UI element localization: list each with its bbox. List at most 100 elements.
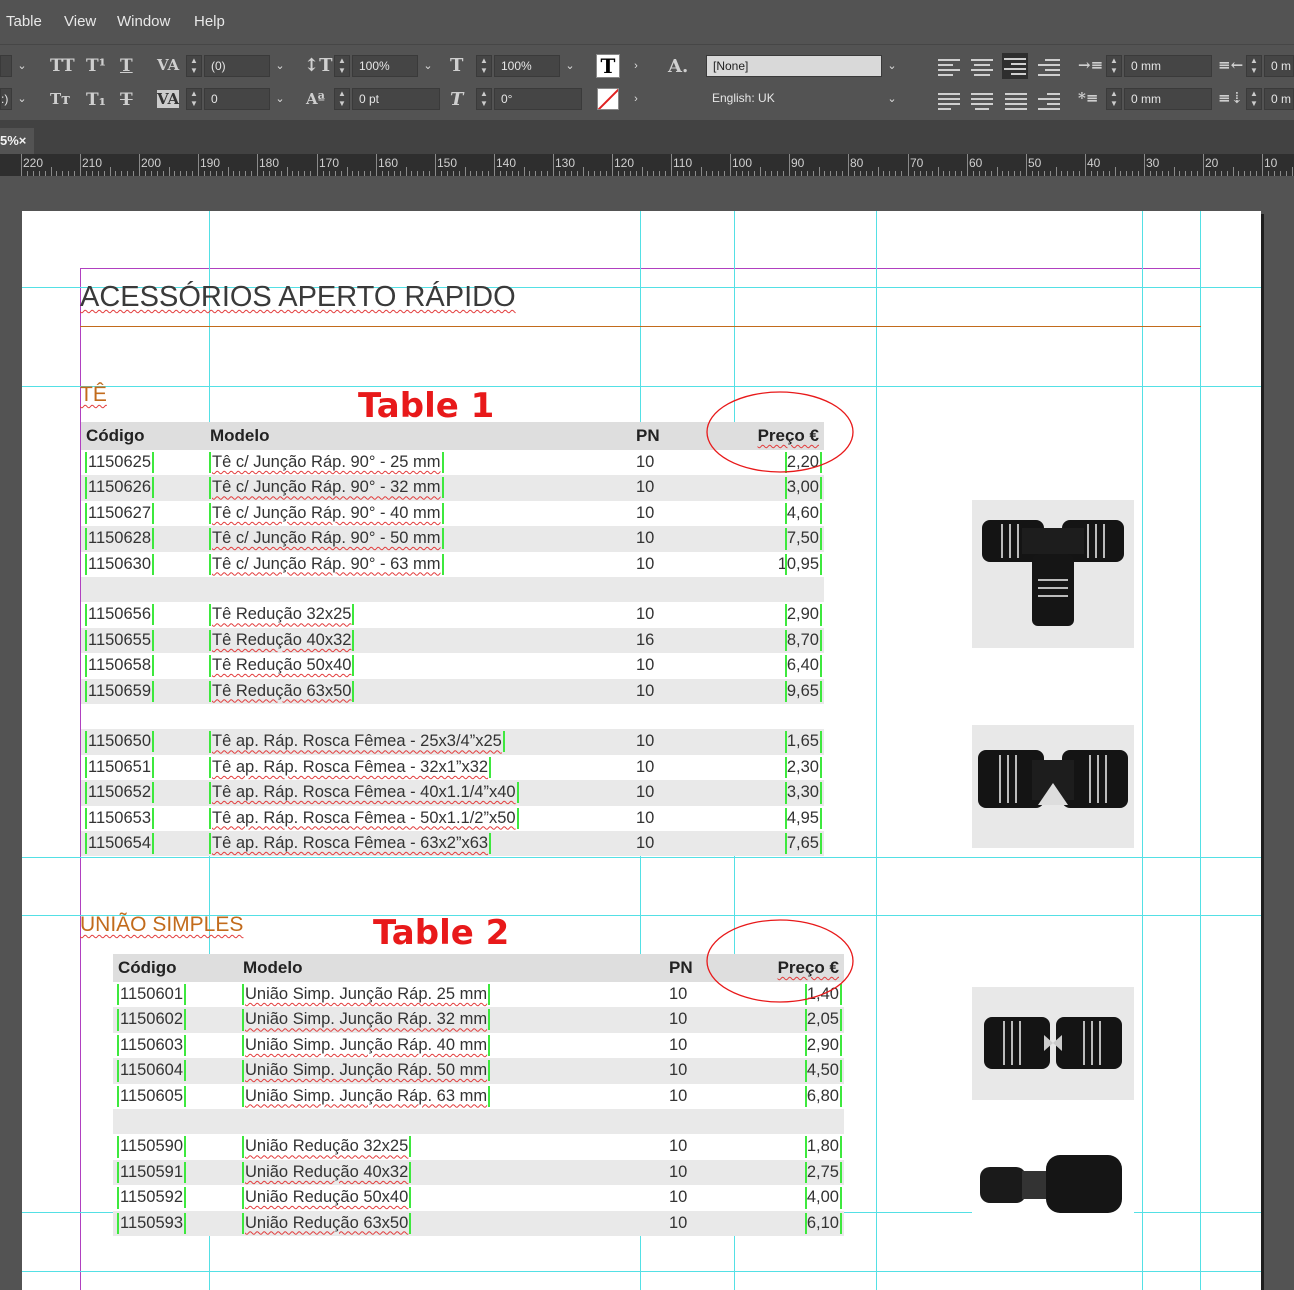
ruler-minor-tick <box>347 167 348 176</box>
ruler-label: 170 <box>319 156 340 170</box>
kerning-stepper[interactable]: ▲ ▼ <box>186 88 202 110</box>
character-style-field[interactable]: [None] <box>706 55 882 77</box>
strikethrough-icon[interactable]: T <box>120 90 133 110</box>
ruler-minor-tick <box>878 167 879 176</box>
tracking-field[interactable]: (0) <box>204 55 270 77</box>
menu-help[interactable]: Help <box>194 13 225 30</box>
ruler-label: 60 <box>969 156 983 170</box>
ruler-label: 10 <box>1264 156 1278 170</box>
last-line-indent-field[interactable]: 0 m <box>1264 88 1294 110</box>
chevron-down-icon[interactable]: ⌄ <box>560 55 580 77</box>
menu-table[interactable]: Table <box>6 13 42 30</box>
chevron-down-icon[interactable]: ⌄ <box>418 55 438 77</box>
price-header-ellipse <box>706 391 854 473</box>
product-image-te-rosca[interactable] <box>972 725 1134 848</box>
all-caps-icon[interactable]: TT <box>50 56 75 76</box>
align-center-icon[interactable] <box>971 56 993 76</box>
product-image-te[interactable] <box>972 500 1134 648</box>
ruler-label: 210 <box>82 156 103 170</box>
horizontal-scale-field[interactable]: 100% <box>494 55 560 77</box>
chevron-down-icon[interactable]: ⌄ <box>882 88 902 110</box>
chevron-down-icon[interactable]: ⌄ <box>12 88 32 110</box>
chevron-down-icon[interactable]: ⌄ <box>270 55 290 77</box>
language-field[interactable]: English: UK <box>706 88 882 110</box>
stroke-none-swatch[interactable] <box>597 88 619 110</box>
left-indent-stepper[interactable]: ▲ ▼ <box>1106 55 1122 77</box>
align-towards-spine-icon[interactable] <box>1038 56 1060 76</box>
subscript-icon[interactable]: T₁ <box>86 90 106 110</box>
vertical-scale-stepper[interactable]: ▲ ▼ <box>334 55 350 77</box>
right-indent-field[interactable]: 0 m <box>1264 55 1294 77</box>
vertical-scale-field[interactable]: 100% <box>352 55 418 77</box>
ruler-label: 220 <box>23 156 44 170</box>
font-size-field[interactable]: :) <box>0 88 12 110</box>
ruler-minor-tick <box>701 167 702 176</box>
kerning-field[interactable]: 0 <box>204 88 270 110</box>
menu-window[interactable]: Window <box>117 13 170 30</box>
ruler-major-tick <box>1144 154 1145 176</box>
tracking-stepper[interactable]: ▲ ▼ <box>186 55 202 77</box>
chevron-down-icon[interactable]: ⌄ <box>12 55 32 77</box>
ruler-major-tick <box>612 154 613 176</box>
tee-fitting-icon <box>982 520 1124 626</box>
ruler-label: 120 <box>614 156 635 170</box>
document-tab[interactable]: 5%× <box>0 128 34 154</box>
text-fill-swatch[interactable]: T <box>596 54 620 78</box>
align-away-spine-icon[interactable] <box>1038 90 1060 110</box>
ruler-label: 130 <box>555 156 576 170</box>
baseline-shift-stepper[interactable]: ▲ ▼ <box>334 88 350 110</box>
menu-view[interactable]: View <box>64 13 96 30</box>
ruler-minor-tick <box>465 167 466 176</box>
ruler-label: 180 <box>259 156 280 170</box>
justify-left-icon[interactable] <box>938 90 960 110</box>
chevron-down-icon[interactable]: ⌄ <box>270 88 290 110</box>
ruler-major-tick <box>494 154 495 176</box>
ruler-major-tick <box>139 154 140 176</box>
document-page[interactable]: ACESSÓRIOS APERTO RÁPIDO TÊ Table 1 Códi… <box>22 211 1261 1290</box>
baseline-shift-field[interactable]: 0 pt <box>352 88 440 110</box>
skew-stepper[interactable]: ▲ ▼ <box>476 88 492 110</box>
ruler-major-tick <box>730 154 731 176</box>
align-right-icon[interactable] <box>1002 53 1028 79</box>
ruler-label: 140 <box>496 156 517 170</box>
ruler-minor-tick <box>760 167 761 176</box>
chevron-down-icon[interactable]: ⌄ <box>882 55 902 77</box>
ruler-major-tick <box>198 154 199 176</box>
kerning-icon: VA <box>157 90 180 108</box>
baseline-shift-icon: Aª <box>306 90 325 108</box>
ruler-minor-tick <box>642 167 643 176</box>
left-indent-field[interactable]: 0 mm <box>1124 55 1212 77</box>
first-line-indent-field[interactable]: 0 mm <box>1124 88 1212 110</box>
close-icon[interactable]: × <box>19 133 27 148</box>
control-panel: ⌄ TT T¹ T VA ▲ ▼ (0) ⌄ ↕T ▲ ▼ 100% ⌄ T ▲ ▼ … <box>0 44 1294 121</box>
right-indent-stepper[interactable]: ▲ ▼ <box>1246 55 1262 77</box>
ruler-label: 80 <box>850 156 864 170</box>
ruler-minor-tick <box>228 167 229 176</box>
product-image-uniao-reducao[interactable] <box>972 1149 1134 1219</box>
character-style-icon: A. <box>668 56 689 77</box>
left-indent-icon: →≡ <box>1078 56 1104 74</box>
horizontal-ruler[interactable]: 220 210 200 190 180 170 160 150 140 130 120 110 100 9… <box>0 154 1294 177</box>
first-line-indent-stepper[interactable]: ▲ ▼ <box>1106 88 1122 110</box>
underline-icon[interactable]: T <box>120 56 133 76</box>
small-caps-icon[interactable]: Tт <box>50 90 70 108</box>
chevron-right-icon[interactable]: › <box>626 88 646 110</box>
ruler-label: 100 <box>732 156 753 170</box>
ruler-label: 200 <box>141 156 162 170</box>
align-left-icon[interactable] <box>938 56 960 76</box>
justify-center-icon[interactable] <box>971 90 993 110</box>
last-line-indent-stepper[interactable]: ▲ ▼ <box>1246 88 1262 110</box>
chevron-right-icon[interactable]: › <box>626 55 646 77</box>
font-style-field[interactable] <box>0 55 12 77</box>
horizontal-scale-stepper[interactable]: ▲ ▼ <box>476 55 492 77</box>
ruler-minor-tick <box>1056 167 1057 176</box>
justify-all-icon[interactable] <box>1005 90 1027 110</box>
superscript-icon[interactable]: T¹ <box>86 56 106 76</box>
ruler-major-tick <box>848 154 849 176</box>
skew-field[interactable]: 0° <box>494 88 582 110</box>
ruler-major-tick <box>908 154 909 176</box>
product-image-uniao-simples[interactable] <box>972 987 1134 1100</box>
ruler-label: 20 <box>1205 156 1219 170</box>
tee-threaded-fitting-icon <box>978 750 1128 808</box>
tracking-icon: VA <box>157 56 180 74</box>
